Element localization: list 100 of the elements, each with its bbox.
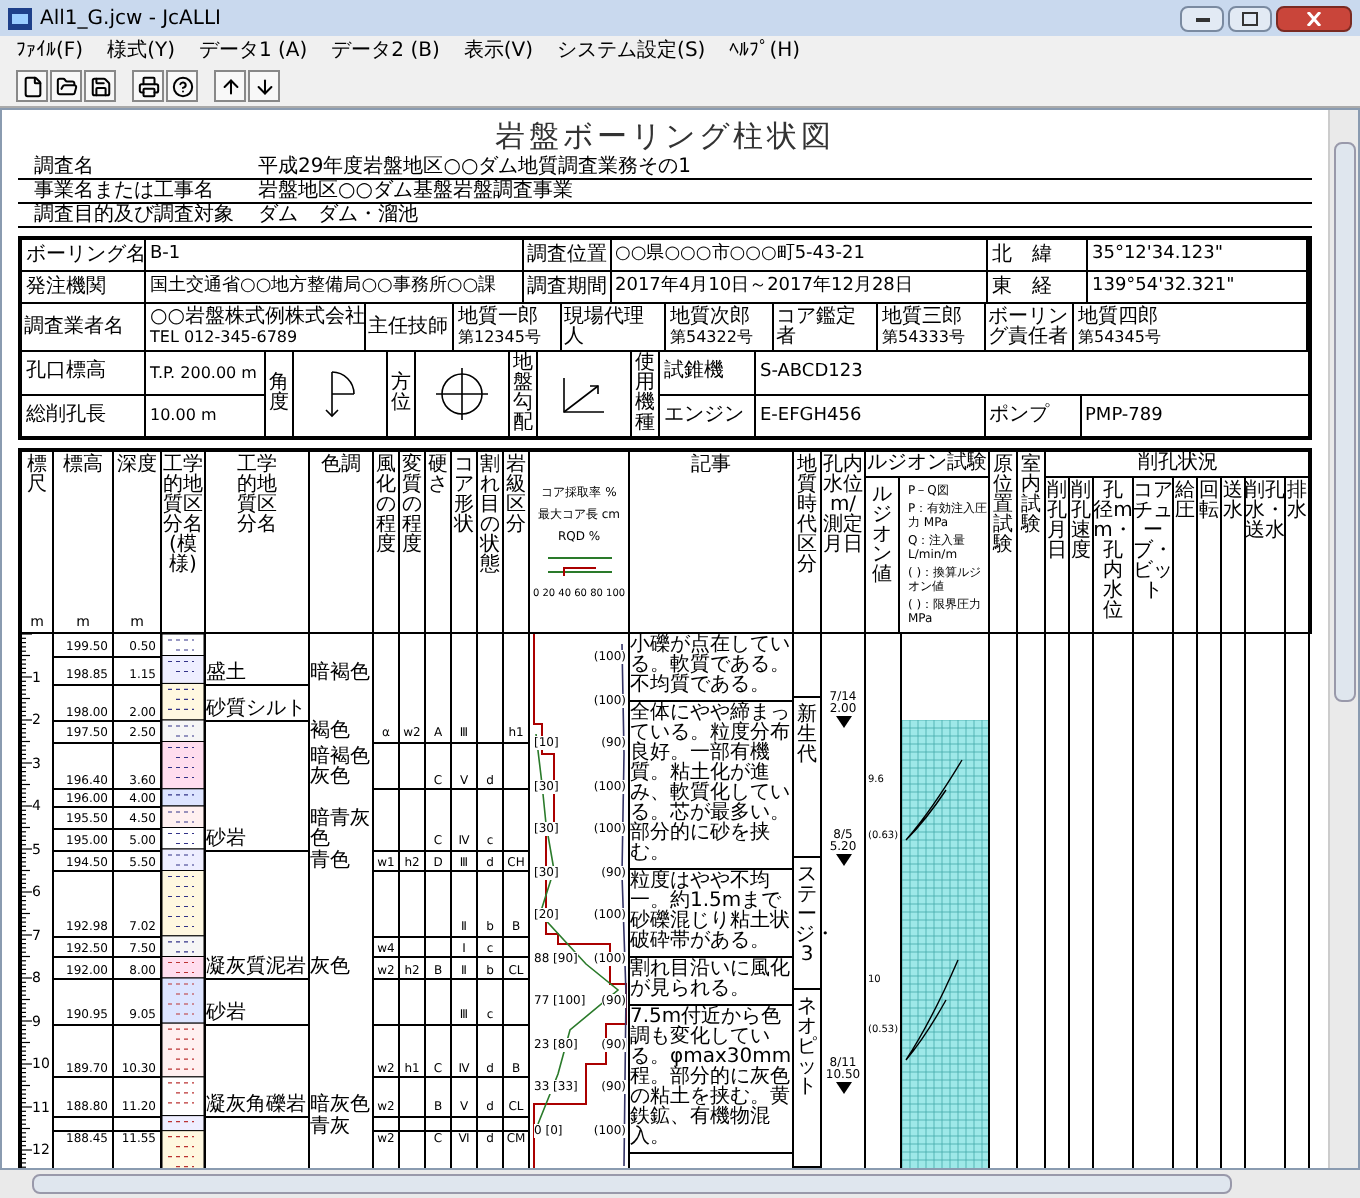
- field-label: 調査期間: [523, 272, 611, 302]
- column-header: 岩級区分: [504, 456, 528, 536]
- column-header: 回転: [1198, 482, 1220, 526]
- color-name: 青灰: [310, 1117, 352, 1138]
- menu-item[interactable]: 様式(Y): [107, 39, 175, 63]
- maximize-button[interactable]: [1228, 5, 1272, 31]
- restore-icon: [1242, 11, 1258, 25]
- field-label: ボーリング名: [22, 240, 146, 270]
- minimize-icon: [1195, 15, 1209, 21]
- menu-item[interactable]: ﾍﾙﾌﾟ(H): [729, 39, 801, 63]
- window-title: All1_G.jcw - JcALLI: [40, 5, 221, 33]
- column-header: 工学的地質区分名(模様): [163, 456, 203, 576]
- column-header: 排水: [1286, 482, 1308, 526]
- column-header: 孔径mm・孔内水位: [1093, 482, 1133, 626]
- field-value: 35°12'34.123": [1088, 240, 1308, 270]
- toolbar-button[interactable]: [166, 70, 198, 102]
- menu-item[interactable]: データ2 (B): [331, 39, 440, 63]
- document-title: 岩盤ボーリング柱状図: [493, 118, 837, 154]
- angle-diagram-icon: [324, 370, 356, 418]
- toolbar-button[interactable]: [16, 70, 48, 102]
- printer-icon: [137, 75, 159, 97]
- scrollbar-thumb[interactable]: [32, 1174, 1232, 1194]
- app-icon: [8, 7, 32, 29]
- field-label: 発注機関: [22, 272, 146, 302]
- toolbar-button[interactable]: [214, 70, 246, 102]
- field-value: PMP-789: [1083, 403, 1165, 429]
- column-header: 記事: [691, 456, 731, 476]
- column-header: 変質の程度: [400, 456, 424, 556]
- remark-text: 割れ目沿いに風化が見られる。: [630, 960, 792, 1000]
- field-label: 調査業者名: [22, 304, 146, 350]
- column-header: 硬さ: [426, 456, 450, 496]
- close-button[interactable]: [1276, 5, 1352, 31]
- toolbar-button[interactable]: [50, 70, 82, 102]
- info-value: 岩盤地区○○ダム基盤岩盤調査事業: [258, 180, 573, 202]
- field-value: ○○県○○○市○○○町5-43-21: [611, 240, 988, 270]
- geology-name: 凝灰質泥岩: [206, 958, 308, 978]
- field-value: 地質次郎 第54322号: [666, 304, 774, 350]
- field-label: 使用機種: [633, 354, 657, 434]
- menu-item[interactable]: データ1 (A): [198, 39, 308, 63]
- water-level-icon: [835, 1081, 851, 1094]
- water-level-icon: [835, 853, 851, 866]
- column-header: コアチューブ・ビット: [1133, 482, 1173, 606]
- field-label: 地盤勾配: [511, 354, 535, 434]
- field-value: B-1: [146, 240, 523, 270]
- field-value: E-EFGH456: [756, 395, 985, 436]
- toolbar-button[interactable]: [248, 70, 280, 102]
- field-label: 方位: [389, 374, 413, 414]
- menu-item[interactable]: システム設定(S): [557, 39, 706, 63]
- horizontal-scrollbar[interactable]: [0, 1170, 1360, 1198]
- field-value: 地質一郎 第12345号: [454, 304, 562, 350]
- toolbar-button[interactable]: [132, 70, 164, 102]
- color-name: 暗褐色: [310, 663, 372, 684]
- column-header: 室内試験: [1019, 456, 1043, 536]
- scrollbar-thumb[interactable]: [1333, 142, 1355, 702]
- remark-text: 小礫が点在している。軟質である。不均質である。: [630, 636, 792, 696]
- geologic-age: 新生代: [795, 705, 819, 770]
- column-header: 標高: [63, 456, 103, 476]
- toolbar-button[interactable]: [84, 70, 116, 102]
- info-value: 平成29年度岩盤地区○○ダム地質調査業務その1: [258, 156, 692, 178]
- column-header: 深度: [117, 456, 157, 476]
- column-header: 原位置試験: [991, 456, 1015, 556]
- column-header: ルジオン試験: [866, 452, 988, 478]
- color-name: 褐色: [310, 721, 352, 742]
- column-header: 孔内水位m/測定月日: [823, 456, 863, 556]
- field-value: S-ABCD123: [758, 360, 865, 386]
- close-icon: [1306, 11, 1322, 25]
- column-header: ルジオン値: [870, 486, 894, 590]
- remark-text: 全体にやや締まっている。粒度分布良好。一部有機質。粘土化が進み、軟質化している。芯が最多い。部分的に砂を挟む。: [630, 704, 792, 864]
- field-label: 現場代理人: [562, 304, 666, 350]
- column-header: コア形状: [452, 456, 476, 536]
- info-label: 調査目的及び調査対象: [32, 204, 236, 226]
- legend-lines-icon: [543, 551, 615, 579]
- field-value: 地質三郎 第54333号: [878, 304, 986, 350]
- up-arrow-icon: [219, 75, 241, 97]
- info-label: 調査名: [32, 156, 96, 178]
- field-label: コア鑑定者: [774, 304, 878, 350]
- info-value: ダム ダム・溜池: [258, 204, 418, 226]
- vertical-scrollbar[interactable]: [1328, 110, 1358, 1168]
- column-header: 削孔状況: [1046, 452, 1310, 478]
- menu-item[interactable]: 表示(V): [463, 39, 534, 63]
- field-label: 試錐機: [660, 352, 756, 393]
- minimize-button[interactable]: [1180, 5, 1224, 31]
- field-label: 調査位置: [523, 240, 611, 270]
- column-header: 標尺: [25, 456, 49, 496]
- color-name: 暗青灰色: [310, 809, 372, 849]
- open-folder-icon: [55, 75, 77, 97]
- field-label: 東 経: [988, 272, 1088, 302]
- field-value: 国土交通省○○地方整備局○○事務所○○課: [146, 272, 523, 302]
- column-header: 色調: [321, 456, 361, 476]
- compass-diagram-icon: [432, 364, 492, 424]
- column-header: 割れ目の状態: [478, 456, 502, 576]
- color-name: 暗灰色: [310, 1095, 372, 1116]
- down-arrow-icon: [253, 75, 275, 97]
- field-label: 孔口標高: [22, 352, 146, 393]
- geology-name: 凝灰角礫岩: [206, 1095, 308, 1116]
- menu-item[interactable]: ﾌｧｲﾙ(F): [16, 39, 84, 63]
- field-label: ポンプ: [985, 395, 1081, 436]
- color-name: 灰色: [310, 958, 352, 978]
- field-label: エンジン: [660, 395, 756, 436]
- field-value: T.P. 200.00 m: [148, 361, 259, 386]
